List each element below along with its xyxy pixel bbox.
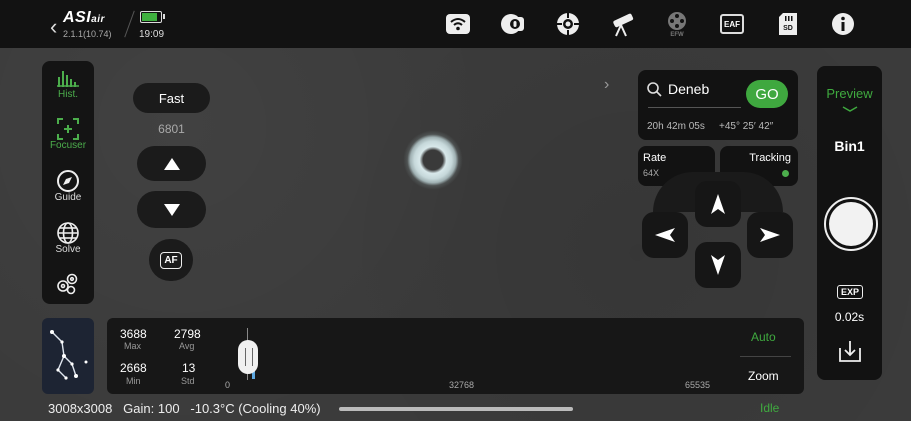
nav-item-solve[interactable]: Solve bbox=[42, 222, 94, 255]
nav-item-hist[interactable]: Hist. bbox=[42, 67, 94, 100]
focus-icon bbox=[42, 118, 94, 140]
stat-avg-label: Avg bbox=[179, 341, 195, 351]
exposure-icon[interactable]: EXP bbox=[837, 285, 864, 299]
info-icon[interactable] bbox=[830, 11, 856, 37]
stat-avg-value: 2798 bbox=[174, 327, 201, 341]
battery-icon bbox=[140, 11, 165, 23]
download-icon[interactable] bbox=[838, 340, 862, 362]
stat-min-value: 2668 bbox=[120, 361, 147, 375]
hist-divider bbox=[740, 356, 791, 357]
compass-icon bbox=[42, 170, 94, 192]
target-dec: +45° 25′ 42″ bbox=[719, 121, 774, 132]
chevron-down-icon[interactable] bbox=[842, 106, 858, 112]
triangle-down-icon bbox=[163, 203, 180, 216]
focuser-up-button[interactable] bbox=[137, 146, 206, 181]
eaf-label: EAF bbox=[720, 14, 744, 34]
expand-chevron-icon[interactable]: › bbox=[604, 76, 609, 94]
capture-state: Idle bbox=[760, 401, 780, 415]
stat-std-value: 13 bbox=[182, 361, 196, 375]
shutter-button[interactable] bbox=[824, 197, 878, 251]
star-image bbox=[398, 125, 468, 195]
target-ra: 20h 42m 05s bbox=[647, 121, 705, 132]
rate-value: 64X bbox=[643, 168, 660, 178]
mount-crosshair-icon[interactable] bbox=[555, 11, 581, 37]
telescope-icon[interactable] bbox=[609, 11, 635, 37]
nav-label-focuser: Focuser bbox=[49, 140, 87, 151]
battery-fill bbox=[142, 13, 157, 21]
bin-button[interactable]: Bin1 bbox=[817, 138, 882, 154]
eaf-icon[interactable]: EAF bbox=[719, 11, 745, 37]
sd-card-icon[interactable]: SD bbox=[775, 11, 801, 37]
nav-label-solve: Solve bbox=[55, 244, 81, 255]
mount-east-button[interactable] bbox=[747, 212, 793, 258]
focuser-down-button[interactable] bbox=[137, 191, 206, 228]
autofocus-button[interactable]: AF bbox=[149, 239, 193, 281]
exposure-value[interactable]: 0.02s bbox=[817, 310, 882, 324]
arrow-right-icon bbox=[760, 228, 780, 242]
wifi-icon[interactable] bbox=[445, 11, 471, 37]
stat-max-label: Max bbox=[124, 341, 142, 351]
mount-north-button[interactable] bbox=[695, 181, 741, 227]
filter-wheel-icon[interactable]: EFW bbox=[664, 11, 690, 37]
stretch-slider-handle[interactable] bbox=[238, 340, 258, 374]
sd-label: SD bbox=[783, 25, 793, 32]
home-indicator[interactable] bbox=[339, 407, 573, 411]
brand-logo: ASIair bbox=[63, 9, 105, 26]
focuser-speed-label: Fast bbox=[158, 90, 185, 106]
af-icon: AF bbox=[160, 251, 182, 269]
tracking-status-dot bbox=[782, 170, 789, 177]
nav-item-more[interactable] bbox=[42, 273, 94, 295]
zoom-button[interactable]: Zoom bbox=[748, 369, 779, 383]
divider bbox=[124, 10, 135, 38]
globe-icon bbox=[42, 222, 94, 244]
back-chevron-icon[interactable]: ‹ bbox=[50, 14, 57, 40]
tracking-label: Tracking bbox=[749, 152, 791, 164]
hist-axis-min: 0 bbox=[225, 380, 231, 390]
triangle-up-icon bbox=[163, 157, 180, 170]
mode-preview-tab[interactable]: Preview bbox=[817, 86, 882, 101]
stat-min-label: Min bbox=[126, 376, 141, 386]
constellation-thumbnail[interactable] bbox=[42, 318, 94, 394]
nav-item-focuser[interactable]: Focuser bbox=[42, 118, 94, 151]
arrow-up-icon bbox=[711, 194, 725, 214]
stat-max-value: 3688 bbox=[120, 327, 147, 341]
focuser-speed-button[interactable]: Fast bbox=[133, 83, 210, 113]
gears-icon bbox=[42, 273, 94, 295]
nav-item-guide[interactable]: Guide bbox=[42, 170, 94, 203]
mount-west-button[interactable] bbox=[642, 212, 688, 258]
hist-axis-max: 65535 bbox=[685, 380, 711, 390]
nav-label-guide: Guide bbox=[54, 192, 82, 203]
left-tool-nav: Hist. Focuser Guide Solve bbox=[42, 61, 94, 304]
version-text: 2.1.1(10.74) bbox=[63, 29, 112, 39]
stat-std-label: Std bbox=[181, 376, 195, 386]
target-search-input[interactable]: Deneb bbox=[668, 81, 709, 97]
focuser-position: 6801 bbox=[158, 122, 185, 136]
mount-south-button[interactable] bbox=[695, 242, 741, 288]
top-bar: ‹ ASIair 2.1.1(10.74) 19:09 EFW EAF SD bbox=[0, 0, 911, 48]
arrow-left-icon bbox=[655, 228, 675, 242]
camera-icon[interactable] bbox=[500, 11, 526, 37]
arrow-down-icon bbox=[711, 255, 725, 275]
constellation-map-icon bbox=[50, 330, 88, 380]
search-icon bbox=[647, 82, 662, 97]
hist-axis-mid: 32768 bbox=[449, 380, 475, 390]
search-underline bbox=[648, 107, 741, 108]
clock: 19:09 bbox=[139, 29, 165, 40]
camera-status-text: 3008x3008 Gain: 100 -10.3°C (Cooling 40%… bbox=[48, 401, 321, 416]
efw-label: EFW bbox=[670, 32, 684, 37]
go-button[interactable]: GO bbox=[746, 80, 788, 108]
auto-stretch-button[interactable]: Auto bbox=[751, 330, 776, 344]
histogram-icon bbox=[42, 67, 94, 89]
nav-label-hist: Hist. bbox=[58, 89, 78, 100]
rate-label: Rate bbox=[643, 152, 667, 164]
